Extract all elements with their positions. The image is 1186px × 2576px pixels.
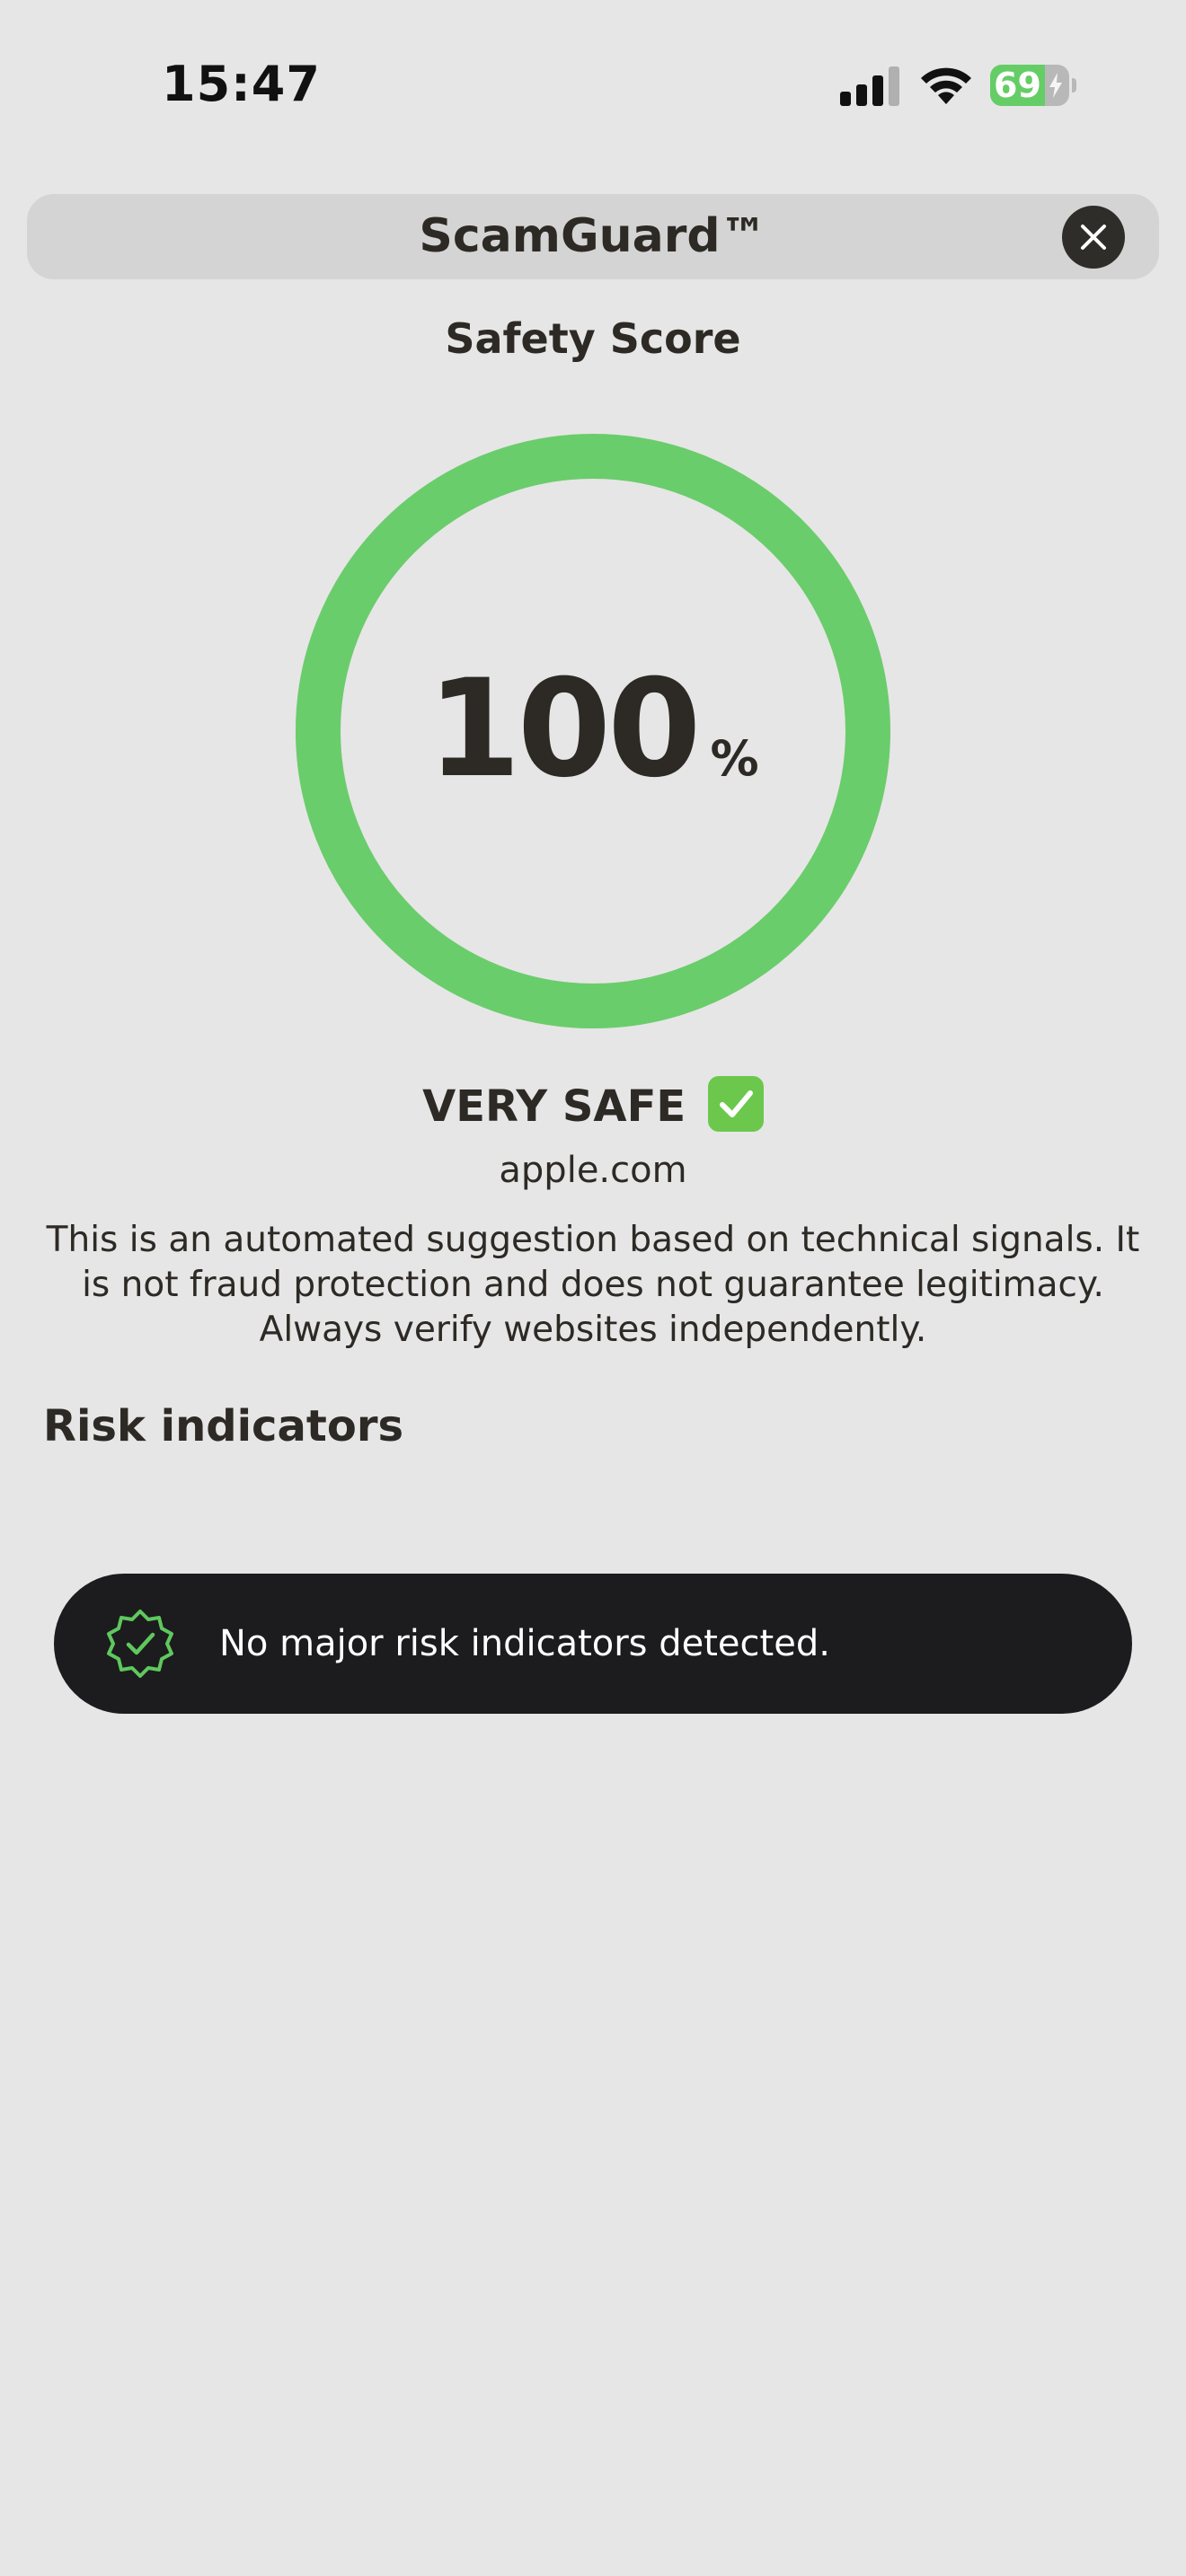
- score-unit: %: [710, 730, 759, 787]
- verdict-label: VERY SAFE: [422, 1081, 686, 1132]
- domain-name: apple.com: [499, 1150, 687, 1191]
- verdict: VERY SAFE: [0, 1076, 1186, 1132]
- app-title: ScamGuard™: [419, 209, 767, 263]
- battery-icon: 69: [990, 65, 1076, 106]
- battery-tip: [1072, 78, 1076, 93]
- status-time: 15:47: [162, 56, 321, 112]
- risk-indicators-heading: Risk indicators: [43, 1401, 404, 1451]
- bolt-icon: [1049, 73, 1062, 98]
- status-bar: 15:47 69: [0, 0, 1186, 171]
- score-value: 100: [427, 651, 701, 807]
- battery-level: 69: [994, 66, 1041, 105]
- header-bar: ScamGuard™: [27, 194, 1159, 279]
- signal-icon: [840, 66, 899, 106]
- battery-body: 69: [990, 65, 1069, 106]
- score-readout: 100%: [0, 651, 1186, 807]
- risk-indicator-card: No major risk indicators detected.: [54, 1574, 1132, 1714]
- close-button[interactable]: [1062, 206, 1125, 269]
- wifi-icon: [921, 67, 971, 104]
- safety-score-title: Safety Score: [445, 314, 741, 363]
- verified-badge-icon: [107, 1610, 173, 1678]
- close-icon: [1081, 225, 1106, 250]
- disclaimer-text: This is an automated suggestion based on…: [46, 1220, 1140, 1350]
- risk-indicator-text: No major risk indicators detected.: [219, 1623, 830, 1664]
- check-box-icon: [707, 1076, 764, 1132]
